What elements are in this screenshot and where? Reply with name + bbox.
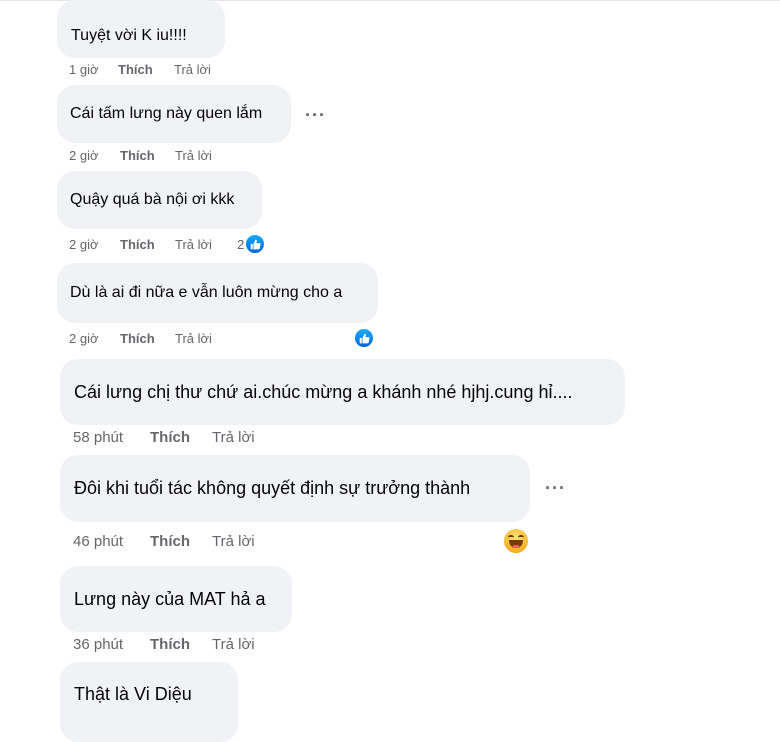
like-icon (354, 328, 374, 348)
comment-time[interactable]: 1 giờ (69, 62, 118, 77)
comment-text: Dù là ai đi nữa e vẫn luôn mừng cho a (70, 284, 343, 301)
comment-actions: 46 phút Thích Trả lời (73, 533, 255, 550)
reaction-summary[interactable] (504, 529, 528, 553)
comment-time[interactable]: 58 phút (73, 429, 150, 446)
like-button[interactable]: Thích (150, 636, 212, 653)
comment-bubble: Đôi khi tuổi tác không quyết định sự trư… (60, 455, 530, 522)
comment-bubble: Cái tấm lưng này quen lắm (57, 85, 291, 143)
comment-text: Cái tấm lưng này quen lắm (70, 105, 263, 122)
reply-button[interactable]: Trả lời (175, 148, 212, 163)
reaction-summary[interactable]: 2 (237, 234, 266, 254)
comment-bubble: Dù là ai đi nữa e vẫn luôn mừng cho a (57, 263, 378, 323)
like-button[interactable]: Thích (118, 62, 174, 77)
comment-bubble: Lưng này của MAT hả a (60, 566, 292, 632)
like-button[interactable]: Thích (150, 429, 212, 446)
comment-text: Lưng này của MAT hả a (74, 588, 266, 609)
comment-text: Đôi khi tuổi tác không quyết định sự trư… (74, 478, 471, 498)
like-icon (245, 234, 266, 254)
comment-bubble: Thật là Vi Diệu (60, 662, 238, 742)
like-button[interactable]: Thích (120, 237, 175, 252)
more-options-icon[interactable]: ··· (545, 479, 566, 497)
reaction-count: 2 (237, 236, 245, 252)
comment-time[interactable]: 46 phút (73, 533, 150, 550)
comment-text: Tuyệt vời K iu!!!! (71, 27, 187, 44)
comment-bubble: Cái lưng chị thư chứ ai.chúc mừng a khán… (60, 359, 625, 425)
comment-actions: 2 giờ Thích Trả lời (69, 331, 212, 346)
like-button[interactable]: Thích (120, 148, 175, 163)
comment-actions: 36 phút Thích Trả lời (73, 636, 255, 653)
comment-bubble: Quậy quá bà nội ơi kkk (57, 171, 262, 229)
reply-button[interactable]: Trả lời (175, 237, 212, 252)
comment-time[interactable]: 2 giờ (69, 148, 120, 163)
like-button[interactable]: Thích (120, 331, 175, 346)
reply-button[interactable]: Trả lời (212, 636, 255, 653)
reply-button[interactable]: Trả lời (212, 533, 255, 550)
comment-actions: 1 giờ Thích Trả lời (69, 62, 211, 77)
comment-text: Thật là Vi Diệu (74, 683, 192, 704)
comment-time[interactable]: 2 giờ (69, 237, 120, 252)
comment-time[interactable]: 36 phút (73, 636, 150, 653)
reply-button[interactable]: Trả lời (174, 62, 211, 77)
haha-icon (504, 529, 528, 553)
comment-text: Cái lưng chị thư chứ ai.chúc mừng a khán… (74, 381, 573, 402)
comment-bubble: Tuyệt vời K iu!!!! (57, 0, 225, 58)
more-options-icon[interactable]: ··· (305, 106, 326, 124)
comment-text: Quậy quá bà nội ơi kkk (70, 191, 235, 208)
comment-actions: 58 phút Thích Trả lời (73, 429, 255, 446)
comment-actions: 2 giờ Thích Trả lời (69, 148, 212, 163)
reaction-summary[interactable] (354, 328, 374, 348)
comment-actions: 2 giờ Thích Trả lời (69, 237, 212, 252)
reply-button[interactable]: Trả lời (212, 429, 255, 446)
like-button[interactable]: Thích (150, 533, 212, 550)
comment-time[interactable]: 2 giờ (69, 331, 120, 346)
reply-button[interactable]: Trả lời (175, 331, 212, 346)
